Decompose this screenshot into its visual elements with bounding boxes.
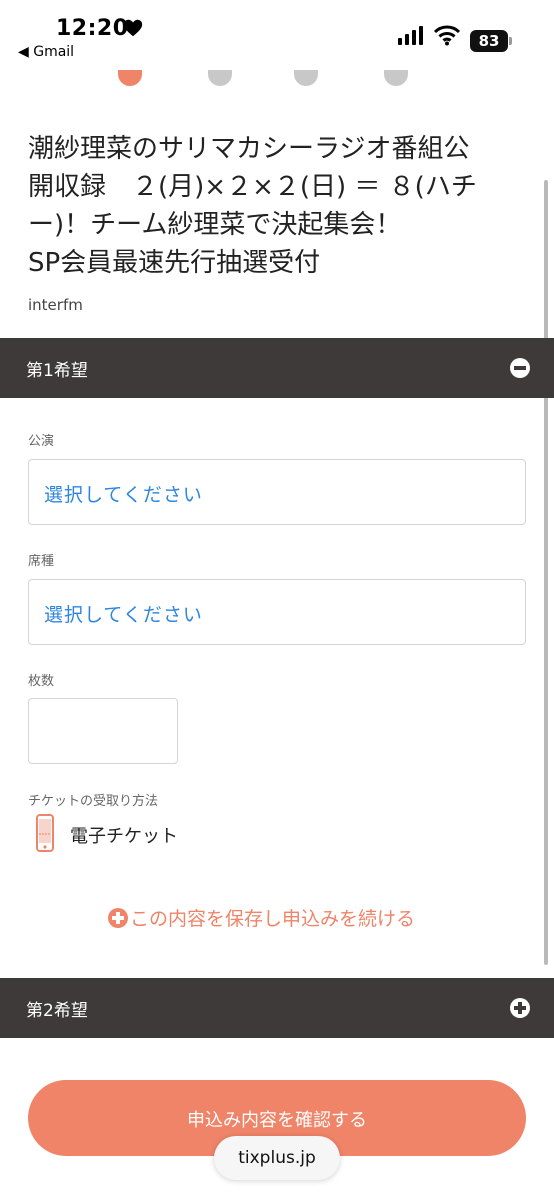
save-and-continue-label: この内容を保存し申込みを続ける [130, 908, 416, 930]
step-dot [208, 70, 232, 86]
quantity-select[interactable] [28, 698, 178, 764]
performance-select-value: 選択してください [44, 484, 203, 506]
heart-icon [123, 19, 143, 37]
performance-label: 公演 [28, 434, 55, 449]
delivery-method-label: チケットの受取り方法 [28, 794, 159, 809]
quantity-label: 枚数 [28, 674, 55, 689]
choice-1-header[interactable]: 第1希望 [0, 338, 554, 398]
seat-type-label: 席種 [28, 554, 55, 569]
step-dot [294, 70, 318, 86]
back-to-app-link[interactable]: ◀ Gmail [18, 44, 74, 60]
plus-circle-icon[interactable] [510, 998, 530, 1018]
battery-indicator: 83 [470, 30, 512, 52]
status-bar: 12:20 ◀ Gmail 83 [0, 0, 554, 70]
event-title-line: SP会員最速先行抽選受付 [28, 248, 321, 278]
step-dot [384, 70, 408, 86]
confirm-button-label: 申込み内容を確認する [187, 1110, 367, 1130]
performance-select[interactable]: 選択してください [28, 459, 526, 525]
wifi-icon [434, 25, 460, 46]
seat-type-select-value: 選択してください [44, 604, 203, 626]
event-title: 潮紗理菜のサリマカシーラジオ番組公 開収録 ２(月)×２×２(日) ＝ ８(ハチ… [28, 130, 528, 282]
delivery-method-value: 電子チケット [70, 826, 178, 847]
event-title-line: 潮紗理菜のサリマカシーラジオ番組公 [28, 134, 470, 164]
smartphone-icon [36, 814, 54, 852]
event-title-line: 開収録 ２(月)×２×２(日) ＝ ８(ハチ [28, 172, 477, 202]
event-title-line: ー)！チーム紗理菜で決起集会！ [28, 210, 402, 240]
browser-url: tixplus.jp [238, 1148, 316, 1168]
seat-type-select[interactable]: 選択してください [28, 579, 526, 645]
browser-url-bar[interactable]: tixplus.jp [214, 1136, 340, 1180]
signal-icon [398, 26, 423, 45]
choice-2-header[interactable]: 第2希望 [0, 978, 554, 1038]
organizer-name: interfm [28, 296, 83, 314]
step-dot-active [118, 70, 142, 86]
choice-1-label: 第1希望 [26, 361, 88, 381]
choice-2-label: 第2希望 [26, 1001, 88, 1021]
minus-circle-icon[interactable] [510, 358, 530, 378]
page-scrollbar[interactable] [544, 180, 548, 965]
plus-circle-icon [108, 908, 128, 928]
status-time: 12:20 [56, 16, 129, 41]
